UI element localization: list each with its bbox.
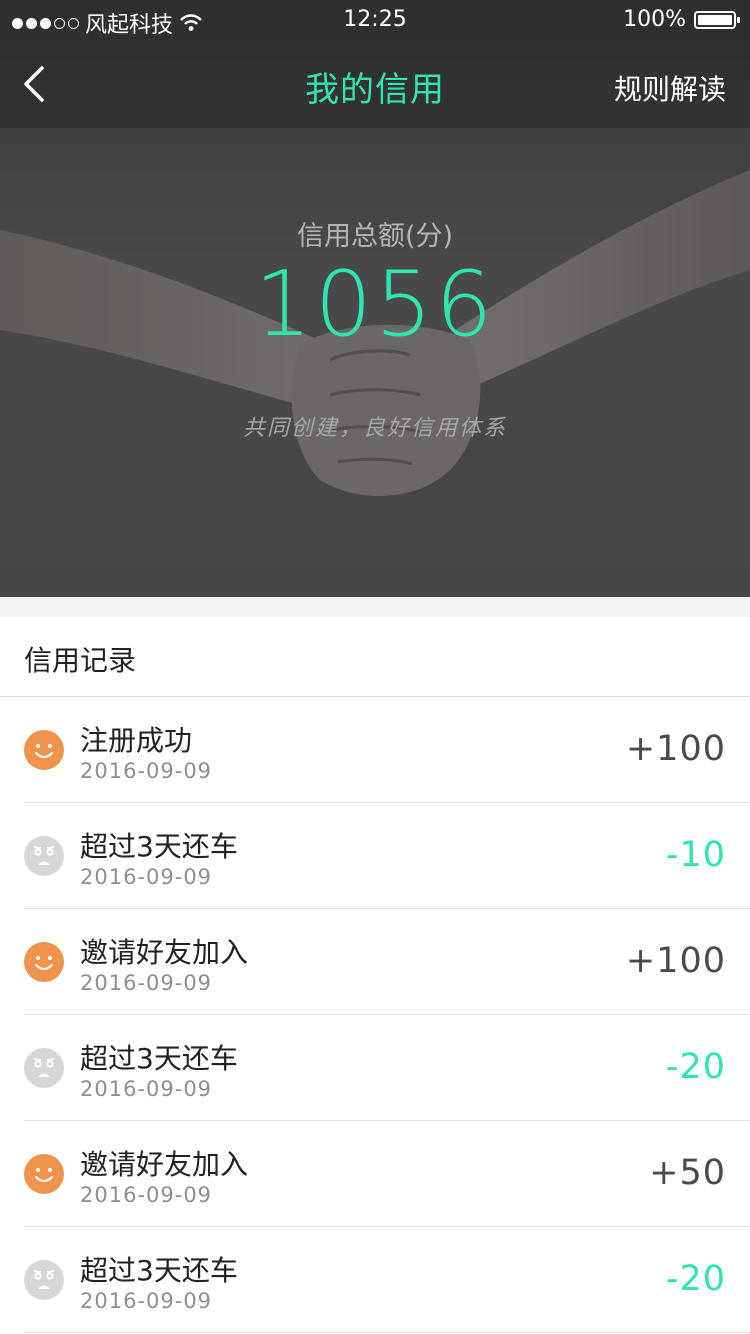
list-item[interactable]: 超过3天还车 2016-09-09 -10 — [0, 803, 750, 909]
record-points: -20 — [665, 1047, 726, 1087]
record-title: 邀请好友加入 — [80, 936, 249, 969]
record-title: 超过3天还车 — [80, 1254, 238, 1287]
record-title: 注册成功 — [80, 724, 193, 757]
record-date: 2016-09-09 — [80, 759, 213, 783]
record-points: +100 — [625, 729, 726, 769]
slogan-text: 共同创建，良好信用体系 — [242, 416, 507, 441]
record-points: -10 — [665, 835, 726, 875]
navigation-bar: 我的信用 规则解读 — [0, 40, 750, 128]
battery-percent: 100% — [623, 7, 686, 32]
section-spacer — [0, 597, 750, 617]
list-item[interactable]: 邀请好友加入 2016-09-09 +100 — [0, 909, 750, 1015]
smile-face-icon — [24, 1154, 64, 1194]
sad-face-icon — [24, 836, 64, 876]
smile-face-icon — [24, 730, 64, 770]
record-date: 2016-09-09 — [80, 865, 213, 889]
status-bar: 风起科技 12:25 100% — [0, 0, 750, 40]
record-date: 2016-09-09 — [80, 1183, 213, 1207]
credit-records-header: 信用记录 — [0, 617, 750, 697]
credit-record-list: 注册成功 2016-09-09 +100 超过3天还车 2016-09-09 -10 邀请好… — [0, 697, 750, 1333]
credit-total-label: 信用总额(分) — [296, 221, 454, 252]
list-item[interactable]: 注册成功 2016-09-09 +100 — [0, 697, 750, 803]
row-divider — [24, 1332, 750, 1333]
record-title: 超过3天还车 — [80, 830, 238, 863]
smile-face-icon — [24, 942, 64, 982]
credit-total-value: 1056 — [254, 252, 496, 357]
rules-button[interactable]: 规则解读 — [614, 68, 726, 108]
battery-icon — [694, 10, 740, 29]
record-title: 超过3天还车 — [80, 1042, 238, 1075]
list-item[interactable]: 超过3天还车 2016-09-09 -20 — [0, 1227, 750, 1333]
record-date: 2016-09-09 — [80, 971, 213, 995]
record-date: 2016-09-09 — [80, 1077, 213, 1101]
sad-face-icon — [24, 1260, 64, 1300]
section-title: 信用记录 — [24, 644, 137, 677]
list-item[interactable]: 邀请好友加入 2016-09-09 +50 — [0, 1121, 750, 1227]
battery-group: 100% — [623, 7, 740, 32]
record-points: +50 — [649, 1153, 726, 1193]
list-item[interactable]: 超过3天还车 2016-09-09 -20 — [0, 1015, 750, 1121]
sad-face-icon — [24, 1048, 64, 1088]
record-title: 邀请好友加入 — [80, 1148, 249, 1181]
record-points: +100 — [625, 941, 726, 981]
record-date: 2016-09-09 — [80, 1289, 213, 1313]
record-points: -20 — [665, 1259, 726, 1299]
